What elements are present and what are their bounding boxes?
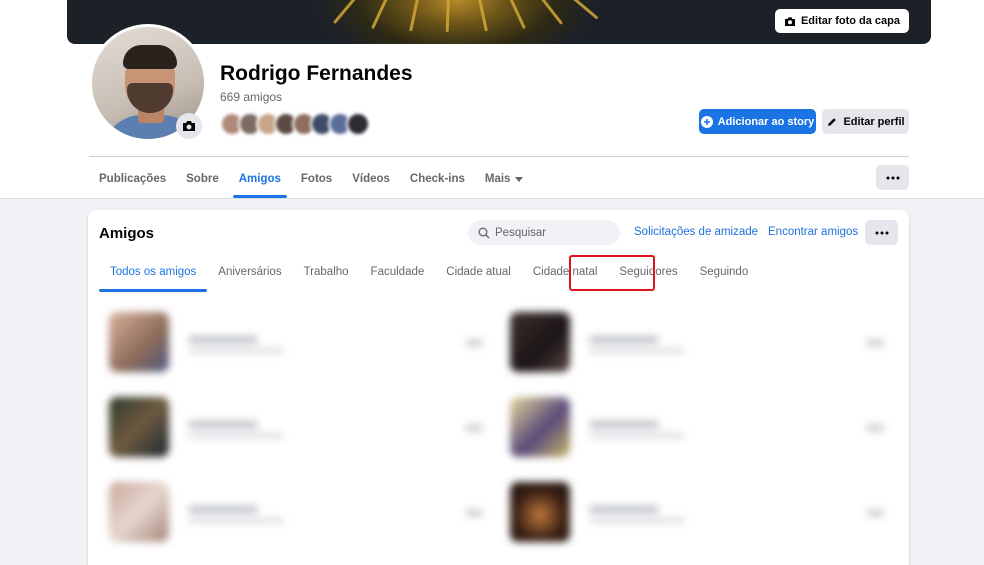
tab-label: Check-ins [409, 173, 465, 185]
tab-label: Trabalho [303, 266, 349, 278]
edit-cover-button[interactable]: Editar foto da capa [774, 9, 909, 33]
tab-label: Aniversários [218, 266, 282, 278]
profile-name: Rodrigo Fernandes [220, 62, 413, 85]
tab-label: Fotos [300, 173, 333, 185]
friend-item[interactable] [501, 482, 901, 552]
friend-item[interactable] [501, 397, 901, 467]
friend-item[interactable] [100, 312, 500, 382]
tab-label: Seguindo [699, 266, 749, 278]
friends-tab-trabalho[interactable]: Trabalho [293, 252, 360, 292]
tab-label: Amigos [238, 173, 281, 185]
tab-label: Publicações [99, 173, 167, 185]
friends-more-button[interactable] [865, 220, 898, 245]
tab-publicacoes[interactable]: Publicações [89, 159, 176, 199]
more-dots-icon [886, 176, 899, 179]
tab-check-ins[interactable]: Check-ins [400, 159, 475, 199]
highlight-box [569, 255, 655, 291]
search-input[interactable] [495, 226, 610, 239]
friend-item[interactable] [100, 397, 500, 467]
tab-amigos[interactable]: Amigos [229, 159, 291, 199]
tab-videos[interactable]: Vídeos [342, 159, 400, 199]
tab-label: Faculdade [370, 266, 425, 278]
friend-requests-link[interactable]: Solicitações de amizade [634, 226, 758, 238]
tab-label: Mais [484, 173, 511, 185]
friends-tab-seguindo[interactable]: Seguindo [689, 252, 760, 292]
camera-icon [784, 16, 795, 26]
header-divider [89, 156, 909, 157]
friends-tab-aniversarios[interactable]: Aniversários [207, 252, 292, 292]
friends-tab-cidade-atual[interactable]: Cidade atual [435, 252, 522, 292]
profile-more-button[interactable] [876, 165, 909, 190]
friends-count[interactable]: 669 amigos [220, 90, 282, 104]
tab-mais[interactable]: Mais [475, 159, 534, 199]
pencil-icon [828, 117, 837, 126]
tab-sobre[interactable]: Sobre [176, 159, 229, 199]
edit-cover-label: Editar foto da capa [800, 15, 900, 27]
more-dots-icon [875, 231, 888, 234]
edit-profile-button[interactable]: Editar perfil [822, 109, 909, 134]
tab-label: Todos os amigos [110, 266, 197, 278]
update-photo-button[interactable] [176, 113, 202, 139]
friend-avatars-preview[interactable] [220, 112, 370, 136]
friends-card-title: Amigos [99, 225, 155, 242]
add-story-label: Adicionar ao story [717, 115, 815, 128]
friend-item[interactable] [501, 312, 901, 382]
friends-search[interactable] [468, 220, 620, 245]
tab-fotos[interactable]: Fotos [291, 159, 342, 199]
friends-tab-faculdade[interactable]: Faculdade [360, 252, 436, 292]
friends-card: Amigos Solicitações de amizade Encontrar… [88, 210, 909, 565]
add-story-button[interactable]: Adicionar ao story [699, 109, 816, 134]
caret-down-icon [515, 176, 524, 182]
tab-label: Sobre [186, 173, 219, 185]
search-icon [478, 227, 490, 238]
friends-tab-todos[interactable]: Todos os amigos [99, 252, 208, 292]
camera-icon [183, 121, 195, 131]
tab-label: Vídeos [352, 173, 390, 185]
tab-label: Cidade atual [446, 266, 511, 278]
friends-tabs: Todos os amigos Aniversários Trabalho Fa… [99, 252, 759, 292]
profile-tabs: Publicações Sobre Amigos Fotos Vídeos Ch… [89, 159, 533, 199]
find-friends-link[interactable]: Encontrar amigos [768, 226, 858, 238]
friend-item[interactable] [100, 482, 500, 552]
edit-profile-label: Editar perfil [843, 115, 905, 128]
plus-circle-icon [700, 115, 713, 128]
